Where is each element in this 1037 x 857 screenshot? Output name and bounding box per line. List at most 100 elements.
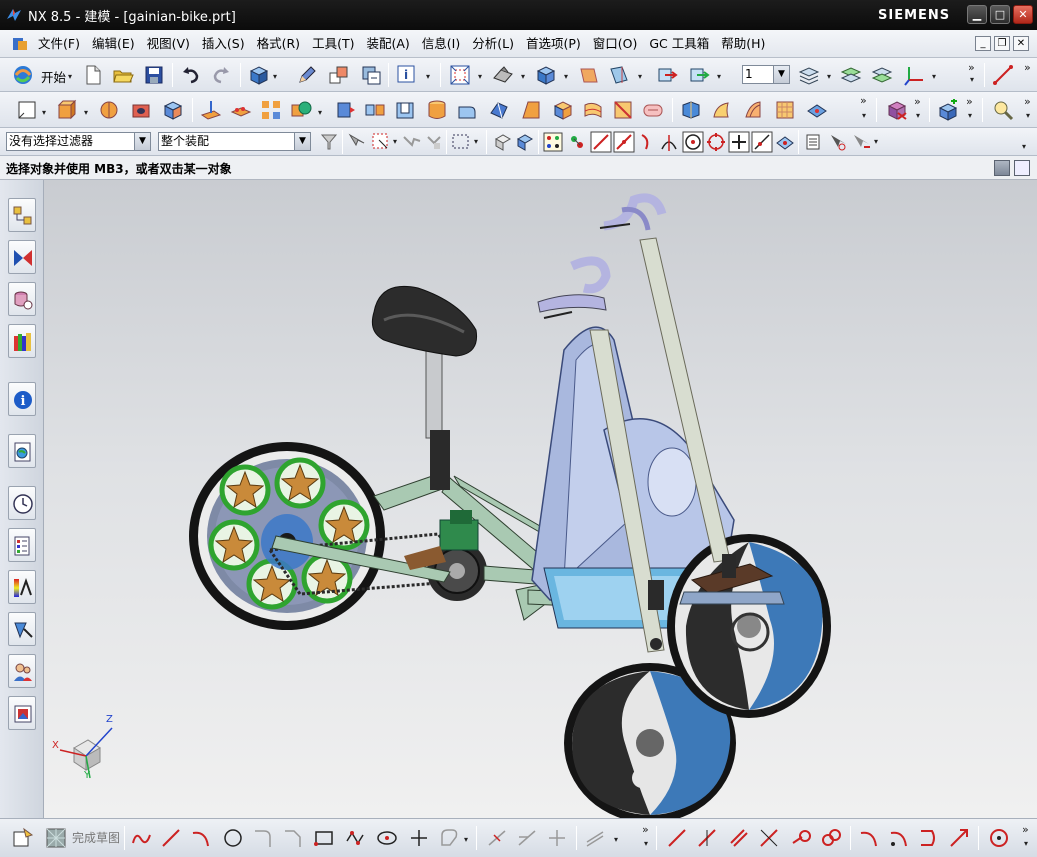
faces-icon[interactable] [424, 131, 446, 153]
menu-format[interactable]: 格式(R) [251, 32, 306, 56]
close-button[interactable]: ✕ [1013, 5, 1033, 24]
unite-icon[interactable] [290, 99, 312, 121]
info-dropdown-arrow[interactable]: ▾ [426, 72, 430, 81]
arc-center-icon[interactable] [682, 131, 704, 153]
point-on-curve-icon[interactable] [751, 131, 773, 153]
wcs-orient-icon[interactable] [688, 64, 710, 86]
menu-analysis[interactable]: 分析(L) [466, 32, 520, 56]
web-browser-tab[interactable] [8, 434, 36, 468]
extrude-dropdown-arrow[interactable]: ▾ [84, 108, 88, 117]
reuse-library-tab[interactable] [8, 324, 36, 358]
toolbar-options-arrow[interactable]: ▾ [970, 75, 974, 84]
datum-plane-icon[interactable] [200, 99, 222, 121]
bike-model[interactable] [44, 180, 1037, 818]
roles-tab[interactable] [8, 654, 36, 688]
sketch-arc-icon[interactable] [190, 827, 212, 849]
menu-assembly[interactable]: 装配(A) [360, 32, 415, 56]
sketch-circle-icon[interactable] [222, 827, 244, 849]
layer-settings-icon[interactable] [360, 64, 382, 86]
quickpick-icon[interactable] [803, 131, 825, 153]
part-navigator-tab[interactable] [8, 282, 36, 316]
toolbar-options-arrow[interactable]: ▾ [1024, 839, 1028, 848]
select-features-icon[interactable] [346, 131, 368, 153]
sketch-polygon-icon[interactable] [344, 827, 366, 849]
menu-window[interactable]: 窗口(O) [587, 32, 644, 56]
menu-information[interactable]: 信息(I) [416, 32, 466, 56]
block-icon[interactable] [162, 99, 184, 121]
layer-visibility-icon[interactable] [798, 64, 820, 86]
process-studio-tab[interactable] [8, 570, 36, 604]
selection-box-dropdown-arrow[interactable]: ▾ [393, 137, 397, 146]
pencil-icon[interactable] [296, 64, 318, 86]
nx-menu-icon[interactable] [12, 36, 28, 52]
layer-dropdown-arrow[interactable]: ▾ [827, 72, 831, 81]
end-point-icon[interactable] [590, 131, 612, 153]
toolbar-overflow-icon[interactable]: » [914, 95, 921, 108]
constraints-dropdown-arrow[interactable]: ▾ [614, 835, 618, 844]
offset-face-icon[interactable] [334, 99, 356, 121]
save-icon[interactable] [143, 64, 165, 86]
sketch-line-icon[interactable] [160, 827, 182, 849]
mirror-body-icon[interactable] [364, 99, 386, 121]
sketch-offset-icon[interactable] [438, 827, 460, 849]
ruled-surface-icon[interactable] [742, 99, 764, 121]
offset-curve-icon[interactable] [948, 827, 970, 849]
shaded-dropdown-arrow[interactable]: ▾ [273, 72, 277, 81]
through-curves-icon[interactable] [680, 99, 702, 121]
intersection-point-icon[interactable] [658, 131, 680, 153]
select-all-icon[interactable] [827, 131, 849, 153]
studio-surface-icon[interactable] [774, 99, 796, 121]
line-icon[interactable] [992, 64, 1014, 86]
rendering-dropdown-arrow[interactable]: ▾ [521, 72, 525, 81]
sketch-ellipse-icon[interactable] [376, 827, 398, 849]
quadrant-point-icon[interactable] [705, 131, 727, 153]
arc-3pt-icon[interactable] [858, 827, 880, 849]
mid-point-icon[interactable] [613, 131, 635, 153]
toolbar-overflow-icon[interactable]: » [1024, 61, 1031, 74]
menu-insert[interactable]: 插入(S) [196, 32, 251, 56]
work-plane-dropdown-arrow[interactable]: ▾ [638, 72, 642, 81]
work-plane-icon[interactable] [608, 64, 630, 86]
sketch-curve-dropdown-arrow[interactable]: ▾ [464, 835, 468, 844]
edge-blend-icon[interactable] [456, 99, 478, 121]
history-tab[interactable] [8, 486, 36, 520]
make-corner-icon[interactable] [546, 827, 568, 849]
toolbar-overflow-icon[interactable]: » [1022, 823, 1029, 836]
menu-edit[interactable]: 编辑(E) [86, 32, 141, 56]
wcs-dynamics-icon[interactable] [656, 64, 678, 86]
add-component-icon[interactable] [937, 99, 959, 121]
finish-sketch-label[interactable]: 完成草图 [72, 829, 120, 846]
status-grid-icon[interactable] [994, 160, 1010, 176]
background-icon[interactable] [578, 64, 600, 86]
assembly-load-icon[interactable] [886, 99, 908, 121]
chevron-down-icon[interactable]: ▼ [134, 133, 150, 150]
chevron-down-icon[interactable]: ▼ [294, 133, 310, 150]
quick-trim-icon[interactable] [486, 827, 508, 849]
maximize-button[interactable]: □ [990, 5, 1010, 24]
wcs-axes-icon[interactable] [903, 64, 925, 86]
filter-options-arrow[interactable]: ▾ [874, 137, 878, 146]
toolbar-overflow-icon[interactable]: » [966, 95, 973, 108]
unite-dropdown-arrow[interactable]: ▾ [318, 108, 322, 117]
toolbar-options-arrow[interactable]: ▾ [968, 111, 972, 120]
wcs-dropdown-arrow[interactable]: ▾ [717, 72, 721, 81]
undo-icon[interactable] [180, 64, 202, 86]
solid-body-filter-icon[interactable] [492, 131, 514, 153]
view-orientation-icon[interactable] [535, 64, 557, 86]
upgrade-select-icon[interactable] [850, 131, 872, 153]
menu-help[interactable]: 帮助(H) [715, 32, 771, 56]
snap-point-icon[interactable] [542, 131, 564, 153]
toolbar-options-arrow[interactable]: ▾ [644, 839, 648, 848]
sketch-rectangle-icon[interactable] [313, 827, 335, 849]
graphics-window[interactable]: Z X Y [44, 180, 1037, 818]
circle-icon[interactable] [988, 827, 1010, 849]
menu-tools[interactable]: 工具(T) [306, 32, 360, 56]
bounded-plane-icon[interactable] [806, 99, 828, 121]
open-folder-icon[interactable] [112, 64, 134, 86]
sketch-fillet-icon[interactable] [252, 827, 274, 849]
rectangle-select-icon[interactable] [450, 131, 472, 153]
mdi-minimize-button[interactable]: _ [975, 36, 991, 51]
manufacturing-wizards-tab[interactable] [8, 612, 36, 646]
trim-body-icon[interactable] [582, 99, 604, 121]
curve-line-icon[interactable] [666, 827, 688, 849]
